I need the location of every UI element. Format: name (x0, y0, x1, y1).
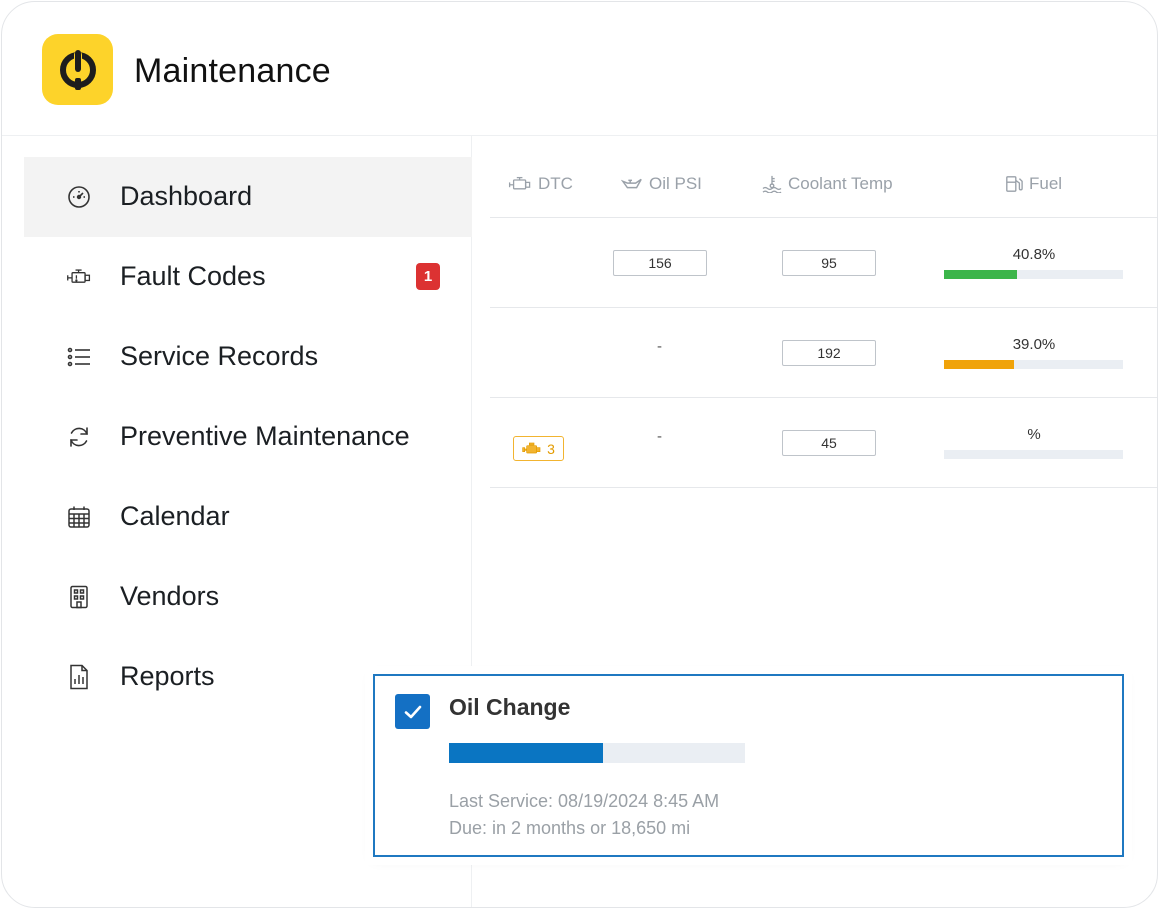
sidebar-item-label: Calendar (120, 501, 230, 531)
report-icon (66, 664, 92, 690)
column-header-label: Fuel (1029, 174, 1063, 193)
column-header-dtc[interactable]: DTC (508, 174, 573, 194)
fuel-level-fill (944, 360, 1014, 369)
coolant-temp-value: 95 (782, 250, 876, 276)
table-row[interactable]: 156 95 40.8% (490, 218, 1157, 308)
coolant-icon (762, 175, 782, 193)
sidebar-item-preventive-maintenance[interactable]: Preventive Maintenance (24, 397, 472, 477)
column-header-oil-psi[interactable]: Oil PSI (621, 174, 702, 194)
building-icon (66, 585, 92, 609)
task-title: Oil Change (449, 694, 571, 720)
sidebar-item-service-records[interactable]: Service Records (24, 317, 472, 397)
engine-warning-icon (522, 442, 541, 453)
fuel-percent: 39.0% (1012, 336, 1056, 353)
wrench-icon (59, 49, 96, 90)
fuel-level-bar (944, 360, 1123, 369)
column-header-label: Coolant Temp (788, 174, 893, 193)
maintenance-task-card[interactable]: Oil Change Last Service: 08/19/2024 8:45… (373, 674, 1124, 857)
fuel-pump-icon (1006, 176, 1023, 192)
sidebar-item-label: Reports (120, 661, 215, 691)
coolant-temp-value: 192 (782, 340, 876, 366)
column-header-label: Oil PSI (649, 174, 702, 193)
dtc-count: 3 (547, 440, 555, 457)
oil-can-icon (621, 178, 642, 189)
last-service-text: Last Service: 08/19/2024 8:45 AM (449, 791, 720, 811)
fuel-percent: % (1027, 426, 1041, 443)
engine-icon (508, 176, 531, 190)
oil-psi-value: - (657, 338, 662, 355)
app-logo (42, 34, 113, 105)
oil-psi-value: - (657, 428, 662, 445)
fuel-level-fill (944, 270, 1018, 279)
due-text: Due: in 2 months or 18,650 mi (449, 818, 691, 838)
sidebar-item-vendors[interactable]: Vendors (24, 557, 472, 637)
calendar-icon (66, 505, 92, 529)
sidebar-item-label: Dashboard (120, 181, 253, 211)
oil-psi-value: 156 (613, 250, 707, 276)
column-header-label: DTC (538, 174, 573, 193)
sidebar-item-fault-codes[interactable]: Fault Codes 1 (24, 237, 472, 317)
column-header-coolant-temp[interactable]: Coolant Temp (762, 174, 893, 194)
fuel-level-bar (944, 270, 1123, 279)
task-progress-fill (449, 743, 603, 763)
sidebar-item-label: Preventive Maintenance (120, 421, 410, 451)
table-row[interactable]: 3 - 45 % (490, 398, 1157, 488)
app-header: Maintenance (2, 2, 1157, 136)
sidebar-item-calendar[interactable]: Calendar (24, 477, 472, 557)
column-header-fuel[interactable]: Fuel (1005, 174, 1062, 194)
fuel-percent: 40.8% (1012, 246, 1056, 263)
fuel-level-bar (944, 450, 1123, 459)
table-row[interactable]: - 192 39.0% (490, 308, 1157, 398)
fault-count-badge: 1 (416, 263, 440, 290)
list-icon (66, 345, 92, 369)
coolant-temp-value: 45 (782, 430, 876, 456)
sidebar-item-label: Service Records (120, 341, 319, 371)
engine-icon (66, 265, 92, 289)
task-complete-checkbox[interactable] (395, 694, 430, 729)
app-title: Maintenance (134, 52, 331, 90)
app-window: Maintenance Dashboard Fault Codes 1 Serv… (1, 1, 1158, 908)
task-progress-bar (449, 743, 745, 763)
sidebar-item-dashboard[interactable]: Dashboard (24, 157, 472, 237)
gauge-icon (66, 185, 92, 209)
sidebar-item-label: Vendors (120, 581, 220, 611)
sidebar-item-label: Fault Codes (120, 261, 266, 291)
refresh-icon (66, 425, 92, 449)
checkmark-icon (404, 705, 421, 718)
dtc-badge[interactable]: 3 (513, 436, 564, 461)
